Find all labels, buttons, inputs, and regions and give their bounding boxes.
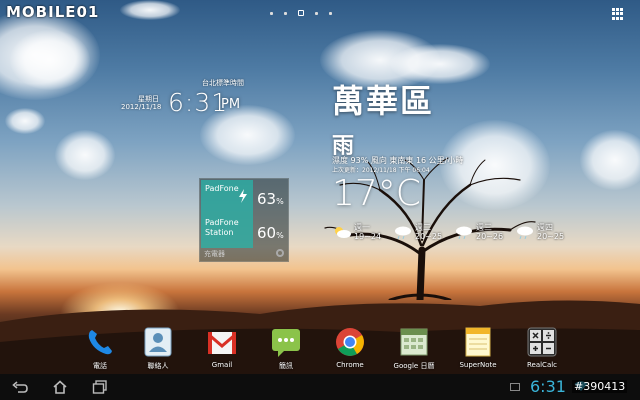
calendar-icon [400, 328, 428, 356]
page-dot[interactable] [315, 11, 318, 15]
contacts-icon [144, 327, 172, 357]
forecast-range: 20~26 [476, 232, 504, 241]
app-calendar[interactable]: Google 日曆 [384, 322, 444, 374]
watermark-id: #390413 [572, 380, 628, 393]
clock-timezone: 台北標準時間 [202, 79, 244, 87]
app-label: 電話 [93, 362, 107, 370]
app-label: Google 日曆 [393, 362, 435, 370]
weather-city: 萬華區 [332, 82, 435, 120]
cloud-rain-icon [395, 226, 411, 239]
weather-widget[interactable]: 萬華區 雨 濕度 93% 風向 東南東 16 公里/小時 上次更新：2012/1… [330, 76, 580, 246]
navigation-bar: 6:31 #390413 [0, 374, 640, 400]
battery-percent: 63% [257, 190, 284, 208]
forecast-range: 19~24 [354, 232, 382, 241]
mobile01-logo: MOBILE01 [6, 3, 100, 21]
app-phone[interactable]: 電話 [70, 322, 130, 374]
status-time[interactable]: 6:31 [530, 377, 566, 396]
app-supernote[interactable]: SuperNote [448, 322, 508, 374]
battery-row-station: PadFone Station 60% [201, 214, 289, 248]
clock-ampm: PM [221, 97, 241, 112]
clock-date: 2012/11/18 [121, 103, 162, 111]
app-label: 聯絡人 [147, 362, 169, 370]
page-dot[interactable] [329, 11, 332, 15]
supernote-icon [465, 327, 491, 357]
calculator-icon [527, 327, 557, 357]
cloud-rain-icon [517, 226, 533, 239]
app-dock: 電話 聯絡人 Gmail 簡訊 Chrome Google 日曆 SuperNo… [70, 322, 590, 374]
battery-row-padfone: PadFone 63% [201, 180, 289, 214]
app-contacts[interactable]: 聯絡人 [128, 322, 188, 374]
gear-icon[interactable] [276, 249, 284, 257]
home-icon[interactable] [52, 379, 68, 395]
page-dot-active[interactable] [298, 10, 304, 16]
app-label: Gmail [211, 361, 233, 369]
forecast-day: 週四 20~25 [515, 222, 572, 244]
android-home-screen: MOBILE01 台北標準時間 星期日 2012/11/18 6:31 PM 萬… [0, 0, 640, 400]
all-apps-icon[interactable] [612, 8, 624, 20]
chrome-icon [336, 328, 364, 356]
phone-icon [88, 330, 112, 355]
gmail-icon [208, 332, 236, 354]
battery-label-box: PadFone Station [201, 214, 253, 248]
app-label: Chrome [336, 361, 364, 369]
weather-forecast: 週一 19~24 週二 20~25 週三 20~26 週四 20~25 [332, 222, 572, 244]
forecast-day: 週一 19~24 [332, 222, 389, 244]
app-gmail[interactable]: Gmail [192, 322, 252, 374]
back-icon[interactable] [12, 379, 28, 395]
app-label: RealCalc [526, 361, 558, 369]
weather-temperature: 17°C [332, 173, 421, 214]
app-label: 簡訊 [279, 362, 293, 370]
battery-label-box: PadFone [201, 180, 253, 214]
clock-time: 6:31 [168, 88, 229, 117]
partly-cloudy-icon [335, 227, 351, 238]
battery-device-name: PadFone Station [205, 218, 239, 237]
battery-device-name: PadFone [205, 184, 239, 193]
clock-widget[interactable]: 台北標準時間 星期日 2012/11/18 6:31 PM [118, 78, 248, 118]
app-label: SuperNote [459, 361, 497, 369]
app-chrome[interactable]: Chrome [320, 322, 380, 374]
cloud-rain-icon [456, 226, 472, 239]
battery-percent: 60% [257, 224, 284, 242]
page-dot[interactable] [284, 11, 287, 15]
app-realcalc[interactable]: RealCalc [512, 322, 572, 374]
recent-apps-icon[interactable] [92, 379, 108, 395]
forecast-range: 20~25 [415, 232, 443, 241]
forecast-day: 週二 20~25 [393, 222, 450, 244]
app-messaging[interactable]: 簡訊 [256, 322, 316, 374]
forecast-day: 週三 20~26 [454, 222, 511, 244]
notification-message-icon[interactable] [510, 383, 520, 391]
battery-footer: 充電器 [204, 250, 225, 258]
lightning-icon [239, 189, 247, 203]
battery-widget[interactable]: PadFone 63% PadFone Station 60% 充電器 [199, 178, 289, 262]
messaging-icon [272, 329, 300, 357]
forecast-range: 20~25 [537, 232, 565, 241]
page-indicator [270, 9, 370, 17]
page-dot[interactable] [270, 11, 273, 15]
